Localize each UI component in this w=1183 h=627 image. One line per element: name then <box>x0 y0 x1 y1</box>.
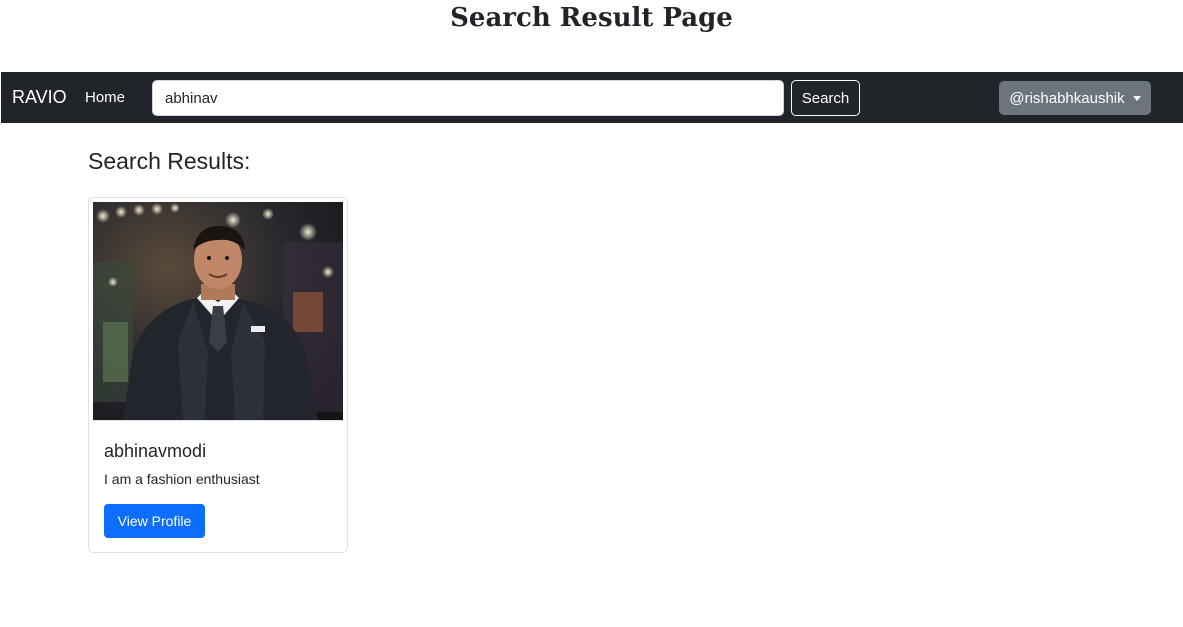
search-button[interactable]: Search <box>791 80 860 116</box>
nav-link-home[interactable]: Home <box>85 72 125 123</box>
user-menu-dropdown[interactable]: @rishabhkaushik <box>999 81 1151 115</box>
card-username: abhinavmodi <box>104 441 207 461</box>
profile-photo-illustration <box>93 202 343 420</box>
result-card: abhinavmodi I am a fashion enthusiast Vi… <box>88 197 348 553</box>
search-input[interactable] <box>152 80 784 116</box>
navbar: RAVIO Home Search @rishabhkaushik <box>1 72 1183 123</box>
view-profile-button[interactable]: View Profile <box>104 504 205 538</box>
caret-down-icon <box>1132 95 1141 101</box>
user-menu-label: @rishabhkaushik <box>1009 89 1125 107</box>
brand-logo[interactable]: RAVIO <box>12 72 67 123</box>
card-bio: I am a fashion enthusiast <box>104 471 260 487</box>
results-title: Search Results: <box>88 148 251 174</box>
profile-photo <box>93 202 343 421</box>
page-heading: Search Result Page <box>450 3 733 33</box>
